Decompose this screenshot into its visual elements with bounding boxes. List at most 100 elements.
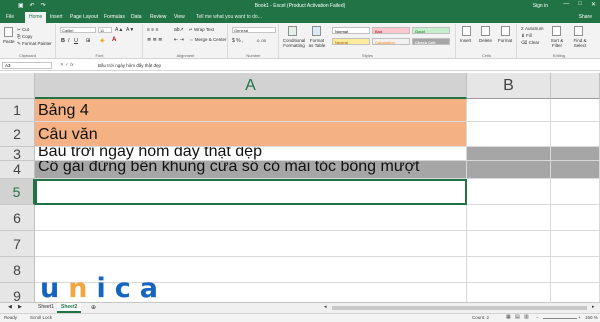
decimal-icon[interactable]: .0 .00 [256, 38, 266, 43]
style-neutral[interactable]: Neutral [332, 38, 370, 45]
row-header-6[interactable]: 6 [0, 205, 35, 231]
view-page-break-icon[interactable]: ▥ [524, 314, 529, 320]
tab-formulas[interactable]: Formulas [104, 14, 125, 20]
cut-button[interactable]: ✂ Cut [17, 27, 29, 33]
cell-b6[interactable] [467, 205, 551, 231]
format-cells-icon[interactable] [501, 26, 510, 36]
delete-cells-icon[interactable] [481, 26, 490, 36]
share-button[interactable]: Share [579, 14, 592, 20]
underline-icon[interactable]: U [74, 38, 78, 44]
select-all-corner[interactable] [0, 73, 35, 99]
tab-file[interactable]: File [6, 14, 14, 20]
cell-c4[interactable] [551, 161, 600, 179]
format-as-table-button[interactable]: Format as Table [308, 38, 326, 48]
style-bad[interactable]: Bad [372, 27, 410, 34]
name-box[interactable]: A3 [2, 62, 52, 69]
sort-filter-icon[interactable] [552, 26, 561, 36]
column-header-a[interactable]: A [35, 73, 467, 99]
autosum-button[interactable]: Σ AutoSum [521, 26, 544, 31]
cell-c5[interactable] [551, 179, 600, 205]
paste-icon[interactable] [4, 27, 13, 37]
row-header-1[interactable]: 1 [0, 99, 35, 122]
row-header-8[interactable]: 8 [0, 257, 35, 283]
zoom-in-icon[interactable]: + [578, 315, 581, 320]
delete-cells-button[interactable]: Delete [479, 38, 492, 43]
find-select-button[interactable]: Find & Select [569, 38, 591, 48]
cell-a5[interactable] [35, 179, 467, 205]
format-as-table-icon[interactable] [312, 26, 321, 36]
tab-insert[interactable]: Insert [50, 14, 63, 20]
indent-icon[interactable]: ⇤ ⇥ [174, 37, 184, 43]
cell-c3[interactable] [551, 147, 600, 161]
cell-a7[interactable] [35, 231, 467, 257]
minimize-icon[interactable]: — [563, 1, 569, 8]
orientation-icon[interactable]: ab↗ [174, 27, 184, 33]
maximize-icon[interactable]: □ [578, 1, 582, 8]
cell-a3[interactable]: Bầu trời ngày hôm đấy thật đẹp [35, 147, 467, 161]
align-top-icon[interactable]: ≡ ≡ ≡ [147, 27, 159, 33]
sheet-nav-next-icon[interactable]: ▶ [14, 303, 26, 313]
horizontal-scrollbar[interactable] [332, 306, 587, 310]
cell-c7[interactable] [551, 231, 600, 257]
borders-icon[interactable]: ⊞ [86, 38, 91, 44]
column-header-b[interactable]: B [467, 73, 551, 99]
copy-button[interactable]: ⎘ Copy [17, 34, 32, 39]
cell-b4[interactable] [467, 161, 551, 179]
sheet-tab-sheet2[interactable]: Sheet2 [57, 303, 82, 313]
conditional-formatting-icon[interactable] [288, 26, 297, 36]
grow-font-icon[interactable]: A▲ [115, 27, 123, 33]
font-color-icon[interactable]: A [112, 37, 116, 43]
cell-c6[interactable] [551, 205, 600, 231]
number-format-combo[interactable]: General [232, 27, 276, 33]
row-header-2[interactable]: 2 [0, 122, 35, 147]
cell-c2[interactable] [551, 122, 600, 147]
zoom-level[interactable]: 160 % [585, 315, 598, 320]
fill-color-icon[interactable]: ◈ [100, 37, 105, 44]
zoom-slider[interactable] [543, 318, 577, 319]
row-header-3[interactable]: 3 [0, 147, 35, 161]
row-header-5[interactable]: 5 [0, 179, 35, 205]
row-header-7[interactable]: 7 [0, 231, 35, 257]
view-page-layout-icon[interactable]: ▤ [515, 314, 520, 320]
sign-in-link[interactable]: Sign in [533, 3, 548, 9]
close-icon[interactable]: ✕ [591, 1, 596, 8]
find-select-icon[interactable] [574, 26, 583, 36]
clear-button[interactable]: ⌫ Clear [521, 40, 539, 46]
cell-b8[interactable] [467, 257, 551, 283]
fx-icon[interactable]: fx [70, 62, 74, 67]
cell-c9[interactable] [551, 283, 600, 302]
tell-me-search[interactable]: Tell me what you want to do... [196, 14, 262, 20]
cell-a2[interactable]: Câu văn [35, 122, 467, 147]
tab-review[interactable]: Review [150, 14, 166, 20]
fill-button[interactable]: ⬇ Fill [521, 33, 532, 39]
row-header-9[interactable]: 9 [0, 283, 35, 302]
horizontal-scroll-right-icon[interactable]: ▸ [588, 303, 599, 313]
sort-filter-button[interactable]: Sort & Filter [547, 38, 567, 48]
tab-view[interactable]: View [174, 14, 185, 20]
sheet-tab-sheet1[interactable]: Sheet1 [34, 303, 58, 313]
insert-cells-button[interactable]: Insert [460, 38, 471, 43]
format-painter-button[interactable]: ✎ Format Painter [17, 41, 52, 47]
style-good[interactable]: Good [412, 27, 450, 34]
view-normal-icon[interactable]: ▦ [506, 314, 511, 320]
cell-c8[interactable] [551, 257, 600, 283]
cell-b1[interactable] [467, 99, 551, 122]
style-normal[interactable]: Normal [332, 27, 370, 34]
paste-button[interactable]: Paste [3, 39, 15, 44]
conditional-formatting-button[interactable]: Conditional Formatting [281, 38, 307, 48]
bold-icon[interactable]: B [61, 38, 65, 44]
cell-b9[interactable] [467, 283, 551, 302]
merge-center-button[interactable]: ⇔ Merge & Center [189, 37, 227, 42]
cell-a1[interactable]: Bảng 4 [35, 99, 467, 122]
horizontal-scroll-left-icon[interactable]: ◂ [320, 303, 331, 313]
cell-b7[interactable] [467, 231, 551, 257]
row-header-4[interactable]: 4 [0, 161, 35, 179]
tab-data[interactable]: Data [131, 14, 142, 20]
style-check-cell[interactable]: Check Cell [412, 38, 450, 45]
cell-b3[interactable] [467, 147, 551, 161]
zoom-out-icon[interactable]: − [536, 315, 539, 320]
new-sheet-icon[interactable]: ⊕ [87, 303, 100, 313]
tab-home[interactable]: Home [25, 12, 47, 23]
font-size-combo[interactable]: 11 [98, 27, 112, 33]
cell-c1[interactable] [551, 99, 600, 122]
